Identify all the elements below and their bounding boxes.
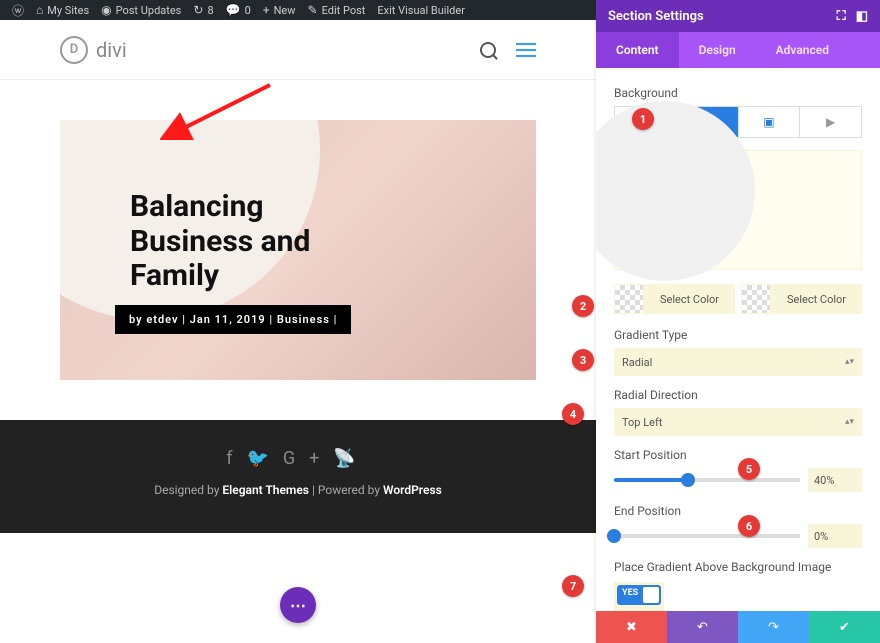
site-logo[interactable]: D divi [60, 36, 127, 64]
gradient-color-2[interactable]: Select Color [741, 284, 862, 314]
close-icon: ✖ [626, 620, 637, 635]
ab-label: 8 [207, 4, 213, 17]
gradient-type-label: Gradient Type [614, 328, 862, 342]
redo-icon: ↷ [768, 620, 779, 635]
menu-icon[interactable] [516, 43, 536, 57]
radial-direction-label: Radial Direction [614, 388, 862, 402]
chevron-updown-icon: ▴▾ [845, 357, 854, 367]
hero-section[interactable]: Balancing Business and Family by etdev |… [60, 120, 536, 380]
home-icon: ⌂ [36, 3, 43, 17]
radial-direction-select[interactable]: Top Left ▴▾ [614, 408, 862, 436]
site-header: D divi [0, 20, 596, 80]
comment-icon: 💬 [226, 3, 241, 17]
builder-fab[interactable]: ⋯ [280, 587, 316, 623]
toggle-knob [643, 587, 659, 603]
ab-label: Exit Visual Builder [377, 4, 465, 17]
gradient-preview [614, 150, 862, 270]
plus-icon: + [263, 3, 270, 17]
undo-icon: ↶ [697, 620, 708, 635]
panel-title: Section Settings [608, 9, 704, 24]
gradient-color-1[interactable]: Select Color [614, 284, 735, 314]
ab-edit-post[interactable]: ✎ Edit Post [302, 3, 372, 17]
update-icon: ↻ [193, 3, 203, 17]
redo-button[interactable]: ↷ [738, 611, 809, 643]
panel-header: Section Settings ⛶ ◧ [596, 0, 880, 32]
footer-credits: Designed by Elegant Themes | Powered by … [0, 483, 596, 497]
ab-label: My Sites [47, 4, 89, 17]
start-position-slider[interactable] [614, 478, 800, 482]
panel-actions: ✖ ↶ ↷ ✔ [596, 611, 880, 643]
panel-tabs: Content Design Advanced [596, 32, 880, 68]
snap-icon[interactable]: ◧ [856, 9, 868, 24]
pencil-icon: ✎ [308, 3, 318, 17]
place-gradient-above-label: Place Gradient Above Background Image [614, 560, 862, 574]
end-position-input[interactable]: 0% [808, 524, 862, 548]
undo-button[interactable]: ↶ [667, 611, 738, 643]
footer-social: f🐦G+📡 [0, 448, 596, 469]
gradient-color-row: Select Color Select Color [614, 284, 862, 314]
select-value: Top Left [622, 416, 662, 429]
image-icon: ▣ [763, 115, 774, 129]
panel-body: Background ▤ ◩ ▣ ▶ Select Color Select C… [596, 68, 880, 611]
tab-design[interactable]: Design [679, 32, 756, 68]
google-plus-icon[interactable]: G+ [283, 448, 333, 469]
ab-post-updates[interactable]: ◉ Post Updates [95, 3, 187, 17]
ab-label: New [274, 4, 296, 17]
bg-tab-video[interactable]: ▶ [800, 107, 861, 137]
close-button[interactable]: ✖ [596, 611, 667, 643]
tab-advanced[interactable]: Advanced [756, 32, 849, 68]
twitter-icon[interactable]: 🐦 [246, 448, 282, 469]
ab-new[interactable]: + New [257, 3, 302, 17]
ab-my-sites[interactable]: ⌂ My Sites [30, 3, 95, 17]
select-color-label: Select Color [644, 293, 735, 306]
ab-label: Edit Post [322, 4, 366, 17]
place-gradient-above-toggle[interactable]: YES [617, 585, 661, 605]
start-position-label: Start Position [614, 448, 862, 462]
wordpress-icon: ⓦ [12, 2, 24, 19]
check-icon: ✔ [839, 620, 850, 635]
swatch-icon [742, 285, 770, 313]
toggle-label: YES [622, 588, 638, 598]
chevron-updown-icon: ▴▾ [845, 417, 854, 427]
select-color-label: Select Color [771, 293, 862, 306]
bg-tab-image[interactable]: ▣ [739, 107, 801, 137]
ab-label: Post Updates [116, 4, 182, 17]
ab-updates[interactable]: ↻8 [187, 3, 219, 17]
tab-content[interactable]: Content [596, 32, 679, 68]
expand-icon[interactable]: ⛶ [837, 9, 846, 24]
dashboard-icon: ◉ [101, 3, 111, 17]
end-position-label: End Position [614, 504, 862, 518]
post-meta: by etdev | Jan 11, 2019 | Business | [115, 305, 351, 334]
site-footer: f🐦G+📡 Designed by Elegant Themes | Power… [0, 420, 596, 533]
ab-label: 0 [245, 4, 251, 17]
header-search-icon[interactable] [480, 42, 496, 58]
ab-wp-logo[interactable]: ⓦ [6, 2, 30, 19]
gradient-type-select[interactable]: Radial ▴▾ [614, 348, 862, 376]
logo-mark: D [60, 36, 88, 64]
ab-exit-vb[interactable]: Exit Visual Builder [371, 4, 471, 17]
save-button[interactable]: ✔ [809, 611, 880, 643]
post-title: Balancing Business and Family [130, 190, 310, 294]
settings-panel: Section Settings ⛶ ◧ Content Design Adva… [596, 0, 880, 643]
start-position-input[interactable]: 40% [808, 468, 862, 492]
end-position-slider[interactable] [614, 534, 800, 538]
rss-icon[interactable]: 📡 [333, 448, 369, 469]
ab-comments[interactable]: 💬0 [220, 3, 257, 17]
background-label: Background [614, 86, 862, 100]
page-canvas: D divi Balancing Business and Family by … [0, 20, 596, 643]
select-value: Radial [622, 356, 652, 369]
video-icon: ▶ [826, 115, 835, 129]
facebook-icon[interactable]: f [226, 448, 246, 469]
logo-text: divi [96, 38, 127, 62]
swatch-icon [615, 285, 643, 313]
